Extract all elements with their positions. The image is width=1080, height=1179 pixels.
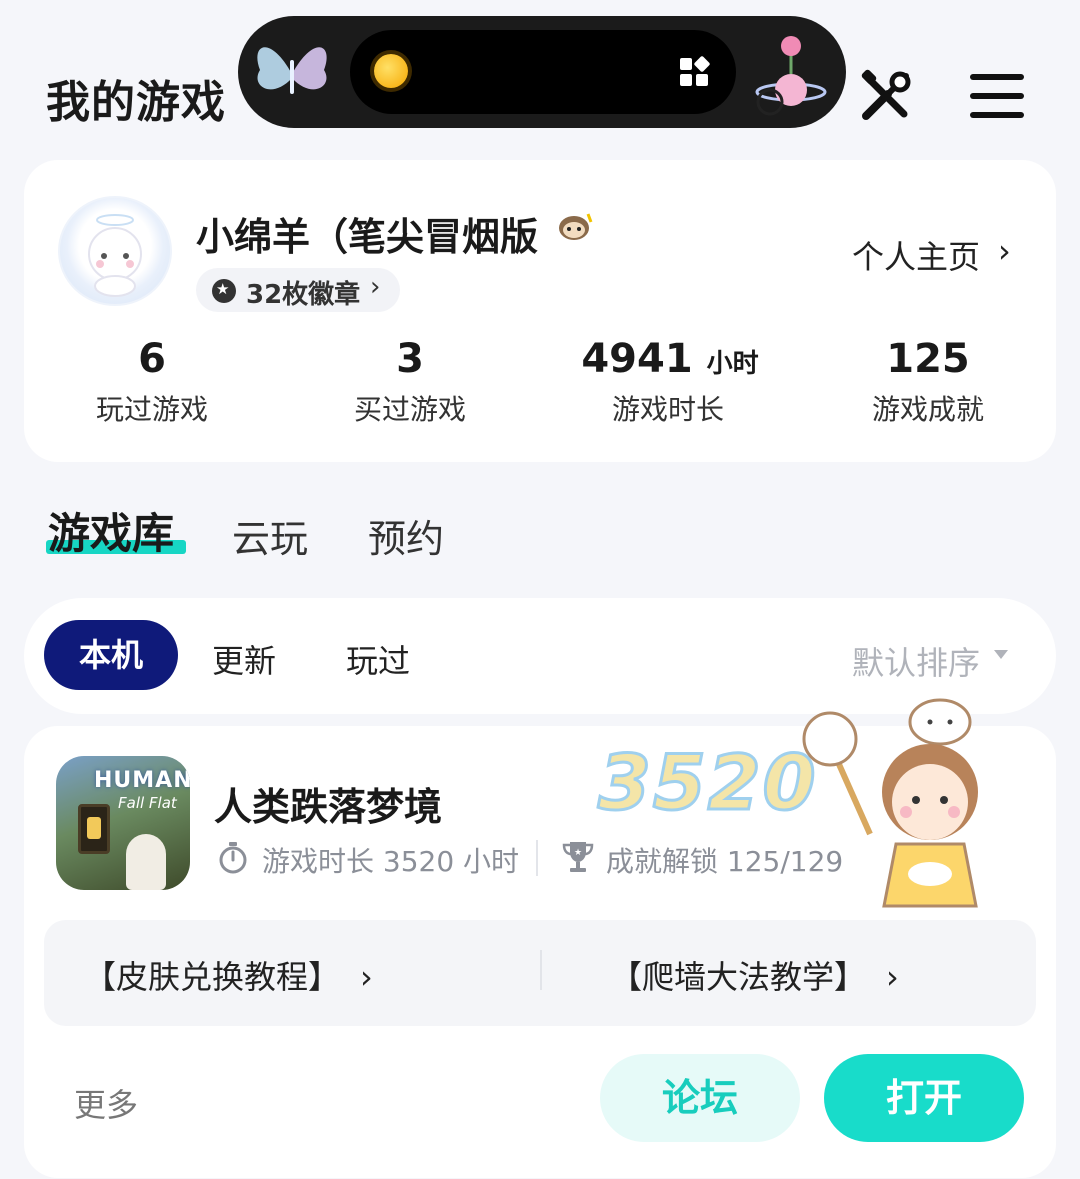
game-icon[interactable]: HUMAN Fall Flat <box>56 756 190 890</box>
svg-text:★: ★ <box>574 848 582 858</box>
trophy-icon: ★ <box>562 842 594 872</box>
status-pill <box>350 30 736 114</box>
game-icon-logo-subtitle: Fall Flat <box>118 794 177 812</box>
stat-playtime-unit: 小时 <box>706 349 759 379</box>
page-title: 我的游戏 <box>46 77 226 128</box>
avatar[interactable] <box>58 196 172 306</box>
figure-icon <box>126 834 166 890</box>
tools-icon[interactable] <box>858 68 914 124</box>
girl-sheep-sticker-icon <box>802 698 978 908</box>
stat-bought-value: 3 <box>396 336 424 382</box>
filter-chip-played[interactable]: 玩过 <box>346 636 410 682</box>
meta-divider <box>536 840 538 876</box>
game-icon-logo: HUMAN <box>94 768 190 793</box>
game-playtime: 游戏时长 3520 小时 <box>262 845 520 878</box>
game-title[interactable]: 人类跌落梦境 <box>214 776 442 831</box>
stat-playtime-value: 4941 小时 <box>581 336 759 382</box>
more-button[interactable]: 更多 <box>74 1080 138 1126</box>
stopwatch-icon <box>219 842 247 874</box>
chevron-right-icon: › <box>998 232 1011 270</box>
menu-icon[interactable] <box>970 74 1024 118</box>
sticker-number: 3520 <box>597 737 818 829</box>
butterfly-icon <box>257 47 327 94</box>
filter-chip-local[interactable]: 本机 <box>44 620 178 690</box>
tab-library[interactable]: 游戏库 <box>48 500 174 561</box>
username: 小绵羊（笔尖冒烟版 <box>196 215 539 259</box>
sheep-avatar-icon <box>88 214 142 297</box>
status-island <box>238 16 846 128</box>
chevron-right-icon: › <box>370 272 381 302</box>
emoji-face-icon <box>559 213 593 240</box>
chevron-right-icon: › <box>360 958 373 996</box>
guide-link-wall-climb[interactable]: 【爬墙大法教学】 › <box>610 952 899 998</box>
badges-button[interactable]: 32枚徽章 › <box>196 268 400 312</box>
guides-divider <box>540 950 542 990</box>
homepage-link[interactable]: 个人主页 <box>852 232 980 278</box>
forum-button[interactable]: 论坛 <box>600 1054 800 1142</box>
chevron-right-icon: › <box>886 958 899 996</box>
stat-achievements-label: 游戏成就 <box>871 393 984 426</box>
stat-achievements-value: 125 <box>886 336 970 382</box>
dropdown-arrow-icon <box>994 650 1008 659</box>
stat-played-value: 6 <box>138 336 166 382</box>
stat-playtime-label: 游戏时长 <box>611 393 724 426</box>
widgets-icon[interactable] <box>680 55 711 88</box>
sun-icon <box>374 54 408 88</box>
badges-label: 32枚徽章 <box>246 280 361 310</box>
lantern-icon <box>78 804 110 854</box>
sort-dropdown[interactable]: 默认排序 <box>852 638 980 684</box>
filter-chip-updates[interactable]: 更新 <box>212 636 276 682</box>
stat-bought-label: 买过游戏 <box>353 393 466 426</box>
medal-icon <box>212 279 236 303</box>
rose-planet-icon <box>755 36 827 116</box>
tab-cloud-play[interactable]: 云玩 <box>232 508 308 563</box>
tab-reservations[interactable]: 预约 <box>368 508 444 563</box>
guide-link-skin-exchange[interactable]: 【皮肤兑换教程】 › <box>84 952 373 998</box>
stat-played-label: 玩过游戏 <box>95 393 208 426</box>
open-button[interactable]: 打开 <box>824 1054 1024 1142</box>
